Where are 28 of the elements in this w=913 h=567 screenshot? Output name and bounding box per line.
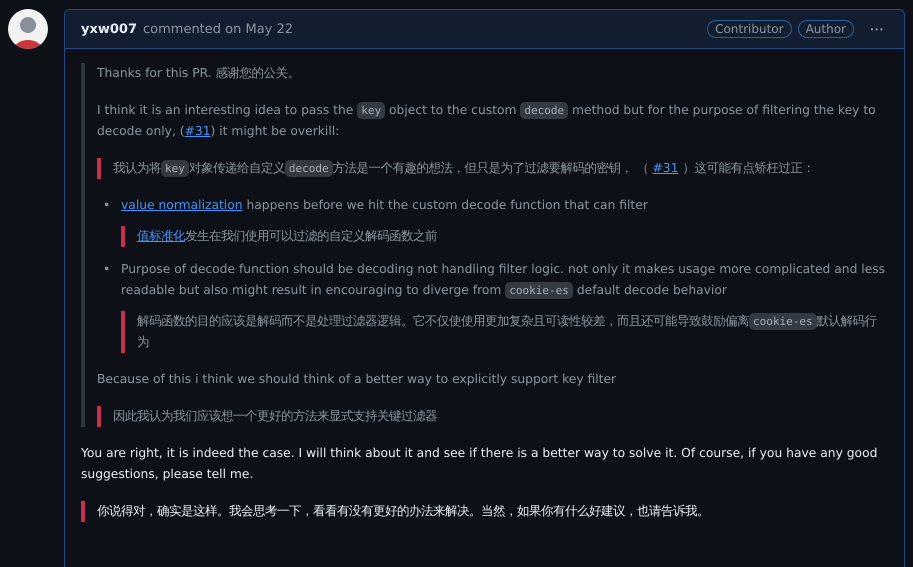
translation-quote: 我认为将 key 对象传递给自定义 decode 方法是一个有趣的想法，但只是为了过滤要解码的密钥， （ #31 ）这可能有点矫枉过正： bbox=[97, 158, 888, 179]
translation-quote: 解码函数的目的应该是解码而不是处理过滤器逻辑。它不仅使使用更加复杂且可读性较差，而且还可能导致鼓励偏离 cookie-es 默认解码行为 bbox=[121, 311, 888, 353]
paragraph: Thanks for this PR. 感谢您的公关。 bbox=[97, 65, 301, 82]
inline-code: cookie-es bbox=[749, 313, 817, 330]
inline-code: decode bbox=[284, 160, 333, 177]
inline-code: cookie-es bbox=[505, 282, 573, 299]
bullet-text: value normalization happens before we hit the custom decode function that can filter bbox=[121, 197, 648, 214]
translation-quote: 因此我认为我们应该想一个更好的方法来显式支持关键过滤器 bbox=[97, 406, 888, 427]
role-badge: Author bbox=[798, 20, 854, 38]
link[interactable]: #31 bbox=[652, 161, 678, 175]
inline-code: decode bbox=[520, 102, 568, 119]
link[interactable]: 值标准化 bbox=[137, 229, 185, 243]
translation-quote: 值标准化发生在我们使用可以过滤的自定义解码函数之前 bbox=[121, 226, 648, 247]
paragraph: Because of this i think we should think of a better way to explicitly support key filter bbox=[97, 371, 618, 388]
paragraph: I think it is an interesting idea to pass the key object to the custom decode method but for the purpose of filtering the key to decode only, (#31) it might be overkill: bbox=[97, 101, 877, 140]
comment-timestamp: commented on May 22 bbox=[143, 22, 294, 36]
inline-code: key bbox=[357, 102, 386, 119]
link[interactable]: #31 bbox=[184, 124, 211, 138]
bullet-marker: • bbox=[103, 261, 111, 278]
inline-code: key bbox=[161, 160, 189, 177]
author-name[interactable]: yxw007 bbox=[81, 22, 138, 36]
more-menu-button[interactable]: ··· bbox=[866, 21, 888, 37]
translation-quote: 你说得对，确实是这样。我会思考一下，看看有没有更好的办法来解决。当然，如果你有什么好建议，也请告诉我。 bbox=[81, 501, 888, 522]
paragraph: You are right, it is indeed the case. I will think about it and see if there is a better way to solve it. Of course, if you have any good suggestions, please tell me. bbox=[81, 445, 878, 483]
bullet-marker: • bbox=[103, 197, 111, 214]
role-badge: Contributor bbox=[707, 20, 792, 38]
link[interactable]: value normalization bbox=[121, 198, 243, 212]
bullet-text: Purpose of decode function should be decoding not handling filter logic. not only it makes usage more complicated and less readable but also might result in encouraging to diverge from cookie-es default decode behavior bbox=[121, 261, 886, 301]
